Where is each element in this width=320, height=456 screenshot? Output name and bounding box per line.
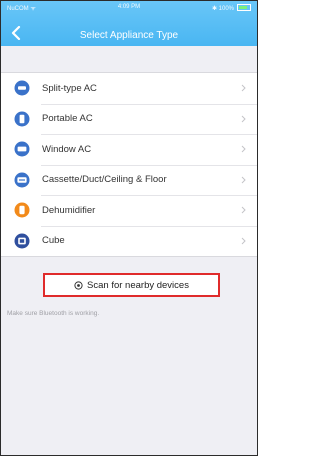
appliance-list: Split-type AC Portable AC Window AC Cass… xyxy=(1,72,257,257)
window-ac-icon xyxy=(14,141,30,157)
appliance-item-split-ac[interactable]: Split-type AC xyxy=(1,73,257,104)
battery-status: ✱ 100% xyxy=(212,4,251,12)
chevron-right-icon xyxy=(237,143,249,155)
scan-nearby-button[interactable]: Scan for nearby devices xyxy=(43,273,220,297)
cube-icon xyxy=(14,233,30,249)
app-screen: NuCOM ᯤ 4:09 PM ✱ 100% Select Appliance … xyxy=(0,0,258,456)
nav-header: NuCOM ᯤ 4:09 PM ✱ 100% Select Appliance … xyxy=(1,1,257,46)
status-bar: NuCOM ᯤ 4:09 PM ✱ 100% xyxy=(1,1,257,13)
appliance-label: Portable AC xyxy=(42,113,93,125)
chevron-right-icon xyxy=(237,235,249,247)
battery-label: ✱ 100% xyxy=(211,6,234,12)
dehumidifier-icon xyxy=(14,202,30,218)
appliance-label: Dehumidifier xyxy=(42,204,96,216)
chevron-right-icon xyxy=(237,113,249,125)
appliance-label: Cube xyxy=(42,235,65,247)
split-ac-icon xyxy=(14,80,30,96)
scan-icon xyxy=(74,280,83,290)
appliance-item-portable-ac[interactable]: Portable AC xyxy=(1,103,257,135)
appliance-label: Cassette/Duct/Ceiling & Floor xyxy=(42,174,167,186)
cassette-ac-icon xyxy=(14,172,30,188)
page-title: Select Appliance Type xyxy=(79,30,179,41)
chevron-right-icon xyxy=(237,174,249,186)
appliance-label: Split-type AC xyxy=(42,82,97,94)
portable-ac-icon xyxy=(14,111,30,127)
appliance-label: Window AC xyxy=(42,143,92,155)
appliance-item-cassette-ac[interactable]: Cassette/Duct/Ceiling & Floor xyxy=(1,164,257,196)
appliance-item-cube[interactable]: Cube xyxy=(1,225,257,257)
chevron-right-icon xyxy=(237,82,249,94)
chevron-right-icon xyxy=(237,204,249,216)
battery-icon xyxy=(237,4,251,11)
appliance-item-dehumidifier[interactable]: Dehumidifier xyxy=(1,195,257,226)
bluetooth-hint: Make sure Bluetooth is working. xyxy=(7,310,100,317)
scan-label: Scan for nearby devices xyxy=(87,279,189,291)
appliance-item-window-ac[interactable]: Window AC xyxy=(1,134,257,165)
